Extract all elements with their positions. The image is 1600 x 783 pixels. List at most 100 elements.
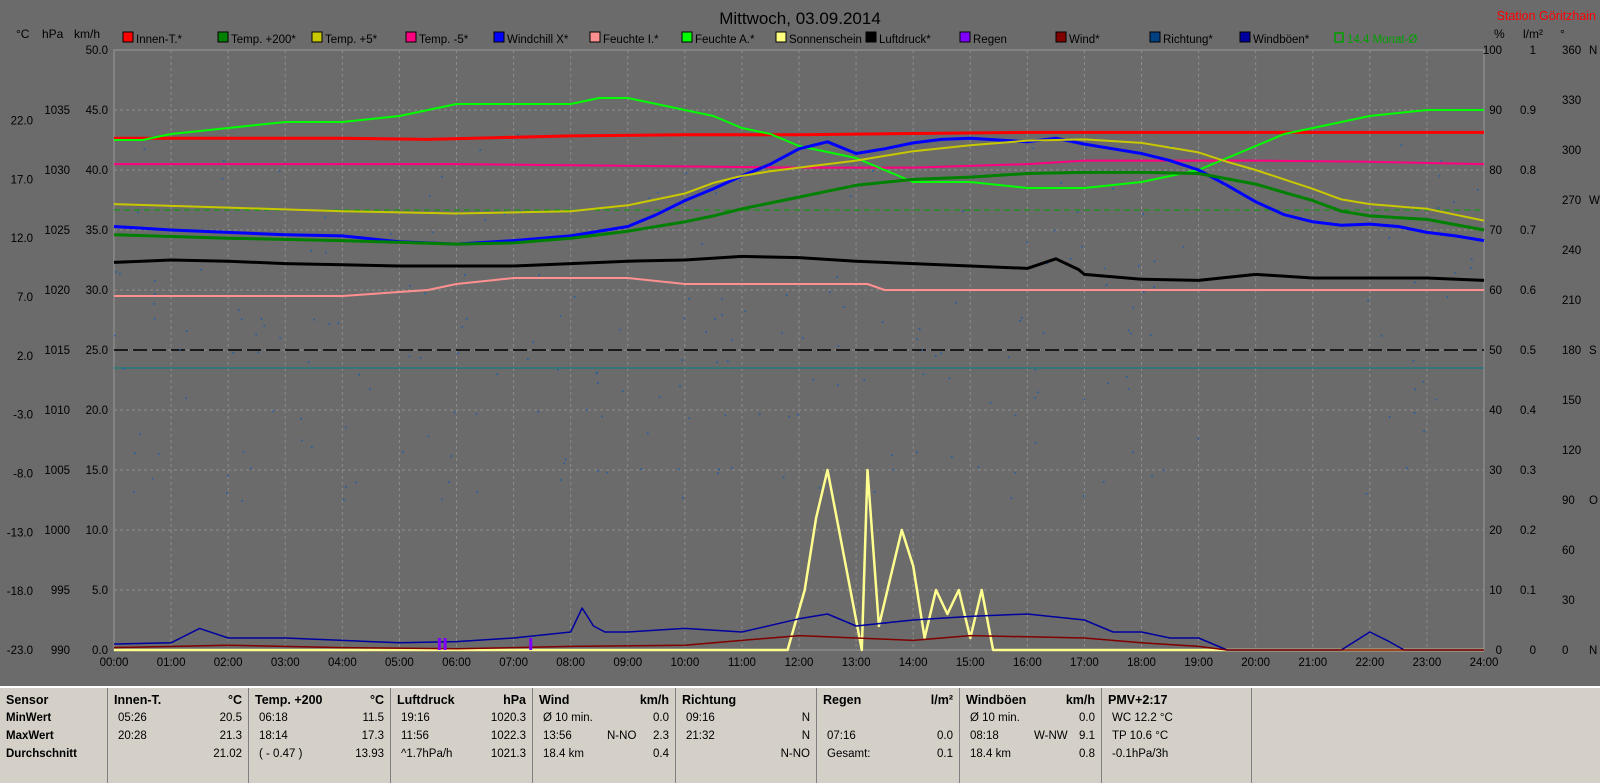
direction-dot [133, 491, 136, 494]
legend-swatch [493, 31, 505, 43]
direction-dot [892, 468, 895, 471]
x-tick-label: 00:00 [100, 657, 129, 669]
direction-dot [1380, 335, 1383, 337]
stat-cell: 20:28 21.3 [118, 730, 242, 742]
y-tick-direction: 180 [1562, 345, 1581, 357]
x-tick-label: 10:00 [670, 657, 699, 669]
y-tick-direction: 270 [1562, 195, 1581, 207]
direction-dot [200, 268, 202, 271]
y-tick-humidity: 100 [1483, 45, 1502, 57]
weather-chart: 00:00 01:00 02:00 03:00 04:00 05:00 06:00 07:00… [0, 0, 1600, 686]
y-tick-rain: 0.7 [1520, 225, 1536, 237]
y-tick-temp: -8.0 [13, 469, 33, 481]
direction-dot [428, 195, 431, 198]
direction-dot [1388, 237, 1391, 239]
direction-dot [1107, 382, 1109, 385]
direction-dot [837, 345, 840, 348]
direction-dot [343, 498, 345, 501]
y-tick-temp: -23.0 [7, 645, 33, 657]
legend-label: Feuchte A.* [695, 34, 755, 46]
legend-label: 14.4 Monat-Ø [1347, 34, 1417, 46]
direction-dot [718, 468, 721, 470]
direction-dot [1454, 271, 1457, 274]
direction-dot [836, 384, 839, 387]
direction-dot [1069, 257, 1072, 260]
row-label-min: MinWert [6, 712, 52, 724]
direction-dot [948, 377, 951, 380]
direction-dot [646, 432, 649, 435]
direction-dot [685, 172, 688, 174]
y-tick-direction: 360 [1562, 45, 1581, 57]
x-tick-label: 09:00 [613, 657, 642, 669]
direction-dot [369, 388, 371, 391]
stat-column: Windböen km/h Ø 10 min. 0.0 08:18 W-NW 9.1 18.4… [960, 688, 1102, 783]
x-tick-label: 16:00 [1013, 657, 1042, 669]
x-tick-label: 03:00 [271, 657, 300, 669]
y-tick-humidity: 80 [1489, 165, 1502, 177]
y-tick-direction: 240 [1562, 245, 1581, 257]
y-tick-direction: 210 [1562, 295, 1581, 307]
stat-column-header: Temp. +200 °C [255, 693, 384, 707]
direction-dot [1127, 329, 1130, 332]
stat-cell: 21.02 [213, 748, 242, 760]
y-tick-direction: 150 [1562, 395, 1581, 407]
direction-dot [389, 233, 392, 235]
y-tick-direction: 0 [1562, 645, 1568, 657]
x-tick-label: 04:00 [328, 657, 357, 669]
x-tick-label: 14:00 [899, 657, 928, 669]
y-tick-wind: 45.0 [86, 105, 108, 117]
stat-column-header: PMV+2:17 [1108, 693, 1168, 707]
y-tick-humidity: 50 [1489, 345, 1502, 357]
direction-dot [310, 250, 313, 252]
direction-dot [503, 213, 506, 216]
y-tick-temp: -3.0 [13, 410, 33, 422]
direction-dot [564, 458, 567, 461]
direction-dot [260, 317, 263, 320]
direction-dot [881, 321, 884, 323]
legend-label: Windchill X* [507, 34, 569, 46]
direction-dot [863, 378, 866, 381]
chart-title: Mittwoch, 03.09.2014 [719, 9, 881, 28]
direction-dot [1151, 475, 1153, 478]
y-tick-pressure: 1015 [44, 345, 70, 357]
direction-dot [138, 433, 141, 435]
y-tick-temp: 2.0 [17, 351, 33, 363]
direction-dot [829, 291, 831, 293]
direction-dot [1142, 290, 1145, 293]
y-tick-direction-letter: O [1589, 495, 1598, 507]
direction-dot [263, 324, 265, 327]
x-tick-label: 06:00 [442, 657, 471, 669]
y-tick-direction-letter: W [1589, 195, 1600, 207]
legend-swatch [311, 31, 323, 43]
y-tick-rain: 0.4 [1520, 405, 1537, 417]
direction-dot [1170, 145, 1172, 147]
direction-dot [890, 454, 893, 457]
x-tick-label: 17:00 [1070, 657, 1099, 669]
y-tick-pressure: 1005 [44, 465, 70, 477]
direction-dot [447, 481, 450, 483]
direction-dot [1413, 411, 1416, 414]
x-tick-label: 08:00 [556, 657, 585, 669]
x-tick-label: 11:00 [728, 657, 756, 669]
direction-dot [872, 169, 874, 172]
legend-label: Feuchte I.* [603, 34, 659, 46]
direction-dot [1042, 331, 1045, 334]
direction-dot [114, 334, 116, 337]
row-label-column: Sensor MinWert MaxWert Durchschnitt [0, 688, 108, 783]
direction-dot [464, 274, 466, 277]
legend-label: Sonnenschein [789, 34, 862, 46]
direction-dot [1400, 144, 1403, 146]
legend-swatch [959, 31, 971, 43]
direction-dot [918, 328, 921, 330]
y-tick-humidity: 0 [1496, 645, 1502, 657]
y-tick-wind: 5.0 [92, 585, 108, 597]
direction-dot [922, 373, 925, 376]
y-tick-pressure: 1025 [44, 225, 70, 237]
stat-cell: 18.4 km 0.4 [543, 748, 669, 760]
unit-degree: ° [1560, 27, 1565, 41]
legend-swatch [122, 31, 134, 43]
y-tick-direction: 120 [1562, 445, 1581, 457]
direction-dot [1153, 286, 1155, 288]
direction-dot [307, 361, 310, 364]
legend-label: Regen [973, 34, 1007, 46]
